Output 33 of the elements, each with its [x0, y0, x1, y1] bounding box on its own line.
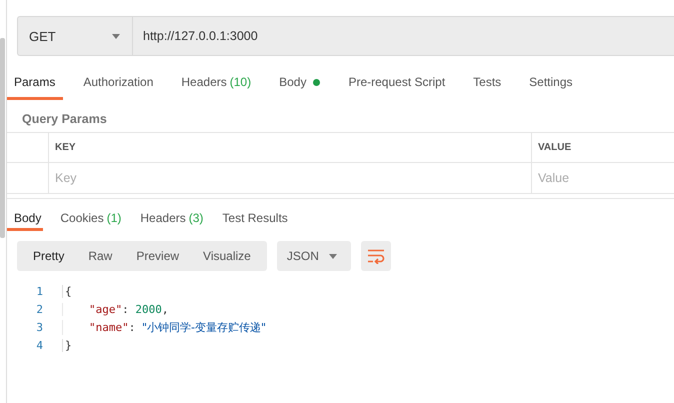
section-title: Query Params: [22, 112, 108, 128]
tab[interactable]: Body: [271, 70, 328, 100]
wrap-lines-icon: [366, 248, 385, 264]
view-mode-button[interactable]: Raw: [76, 241, 124, 271]
table-input-field[interactable]: Key: [49, 171, 531, 185]
tab[interactable]: Tests: [465, 70, 510, 100]
tab[interactable]: Headers (10): [173, 70, 260, 100]
view-mode-button[interactable]: Visualize: [191, 241, 263, 271]
line-number: 2: [35, 302, 43, 316]
tab[interactable]: Settings: [521, 70, 581, 100]
format-dropdown[interactable]: JSON: [276, 241, 351, 271]
line-number: 3: [35, 320, 43, 334]
view-mode-button[interactable]: Preview: [124, 241, 192, 271]
tab[interactable]: Test Results: [215, 206, 290, 231]
caret-icon: [328, 254, 337, 258]
code-line: "name": "小钟同学-变量存贮传递": [62, 320, 266, 334]
tab[interactable]: Headers (3): [133, 206, 206, 231]
line-number: 4: [35, 338, 43, 352]
column-header: KEY: [48, 133, 531, 163]
column-header: VALUE: [531, 133, 674, 163]
table-input-field[interactable]: Value: [532, 171, 674, 185]
code-line: {: [62, 284, 72, 298]
tab[interactable]: Params: [7, 70, 64, 100]
view-mode-button[interactable]: Pretty: [21, 241, 76, 271]
wrap-lines-button[interactable]: [360, 241, 391, 271]
tab[interactable]: Pre-request Script: [340, 70, 454, 100]
code-line: "age": 2000,: [62, 302, 168, 316]
line-number: 1: [35, 284, 43, 298]
tab[interactable]: Cookies (1): [53, 206, 124, 231]
scrollbar[interactable]: [0, 38, 5, 238]
code-line: }: [62, 338, 72, 352]
tab[interactable]: Body: [7, 206, 44, 231]
tab[interactable]: Authorization: [75, 70, 162, 100]
